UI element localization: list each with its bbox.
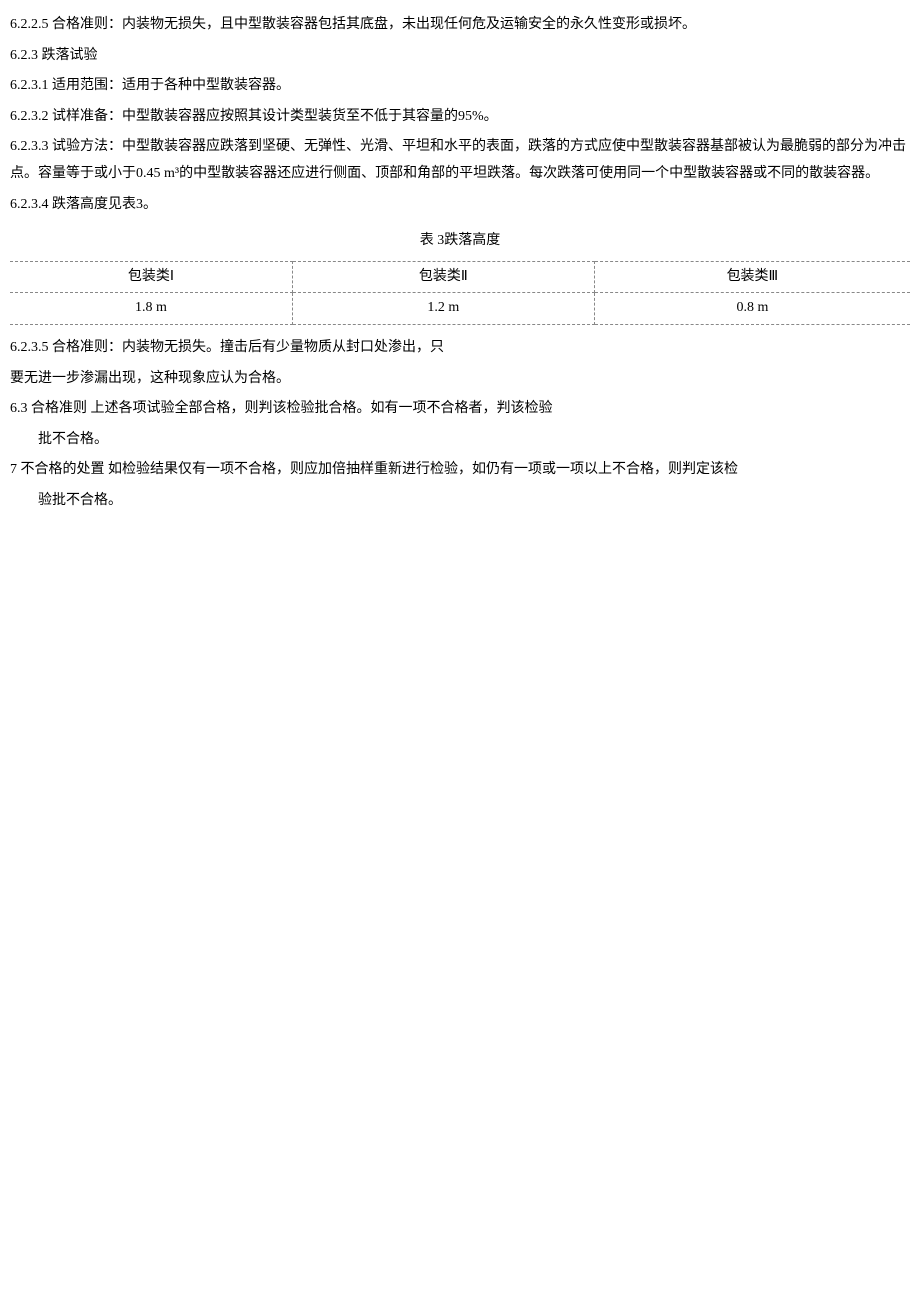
table-3-caption: 表 3跌落高度	[10, 228, 910, 255]
table-data-row: 1.8 m 1.2 m 0.8 m	[10, 293, 910, 325]
table-3-drop-height: 包装类Ⅰ 包装类Ⅱ 包装类Ⅲ 1.8 m 1.2 m 0.8 m	[10, 261, 910, 325]
clause-6-3-line1: 6.3 合格准则 上述各项试验全部合格，则判该检验批合格。如有一项不合格者，判该…	[10, 396, 910, 423]
clause-6-2-2-5: 6.2.2.5 合格准则：内装物无损失，且中型散装容器包括其底盘，未出现任何危及…	[10, 12, 910, 39]
table-header-row: 包装类Ⅰ 包装类Ⅱ 包装类Ⅲ	[10, 261, 910, 293]
clause-6-2-3-3: 6.2.3.3 试验方法：中型散装容器应跌落到坚硬、无弹性、光滑、平坦和水平的表…	[10, 134, 910, 187]
clause-6-3-line2: 批不合格。	[38, 427, 910, 454]
table-header-class-2: 包装类Ⅱ	[292, 261, 594, 293]
table-header-class-1: 包装类Ⅰ	[10, 261, 292, 293]
clause-6-2-3-5-line1: 6.2.3.5 合格准则：内装物无损失。撞击后有少量物质从封口处渗出，只	[10, 335, 910, 362]
clause-6-2-3-2: 6.2.3.2 试样准备：中型散装容器应按照其设计类型装货至不低于其容量的95%…	[10, 104, 910, 131]
clause-6-2-3-5-line2: 要无进一步渗漏出现，这种现象应认为合格。	[10, 366, 910, 393]
clause-7-line2: 验批不合格。	[38, 488, 910, 515]
table-header-class-3: 包装类Ⅲ	[594, 261, 910, 293]
clause-6-2-3: 6.2.3 跌落试验	[10, 43, 910, 70]
clause-7-line1: 7 不合格的处置 如检验结果仅有一项不合格，则应加倍抽样重新进行检验，如仍有一项…	[10, 457, 910, 484]
table-cell-class-1: 1.8 m	[10, 293, 292, 325]
clause-6-2-3-1: 6.2.3.1 适用范围：适用于各种中型散装容器。	[10, 73, 910, 100]
table-cell-class-2: 1.2 m	[292, 293, 594, 325]
clause-6-2-3-4: 6.2.3.4 跌落高度见表3。	[10, 192, 910, 219]
table-cell-class-3: 0.8 m	[594, 293, 910, 325]
